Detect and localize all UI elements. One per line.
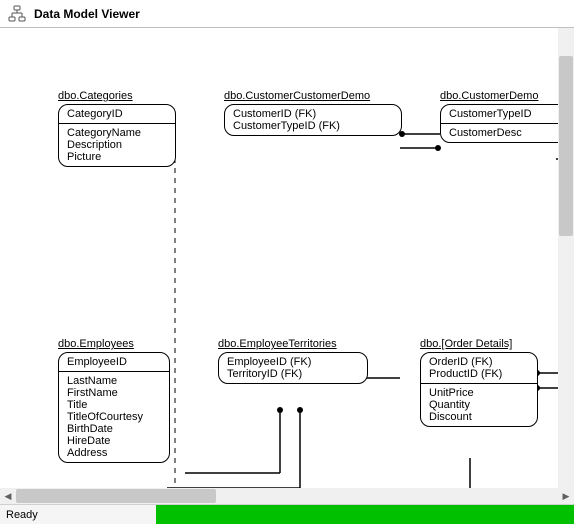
entity-columns: UnitPrice Quantity Discount [421, 384, 537, 426]
entity-customer-demographics[interactable]: dbo.CustomerDemo CustomerTypeID Customer… [440, 90, 574, 143]
scroll-left-icon[interactable]: ◀ [0, 488, 16, 504]
entity-categories[interactable]: dbo.Categories CategoryID CategoryName D… [58, 90, 176, 167]
entity-pk: CustomerTypeID [441, 105, 574, 124]
vertical-scrollbar[interactable] [558, 28, 574, 488]
progress-bar [156, 505, 574, 524]
entity-pk: EmployeeID [59, 353, 169, 372]
entity-pk: OrderID (FK) ProductID (FK) [421, 353, 537, 384]
scroll-right-icon[interactable]: ▶ [558, 488, 574, 504]
entity-title: dbo.Categories [58, 90, 176, 104]
entity-pk: EmployeeID (FK) TerritoryID (FK) [219, 353, 367, 383]
entity-columns: CustomerDesc [441, 124, 574, 142]
entity-title: dbo.Employees [58, 338, 170, 352]
scrollbar-thumb[interactable] [559, 56, 573, 236]
entity-employee-territories[interactable]: dbo.EmployeeTerritories EmployeeID (FK) … [218, 338, 368, 384]
entity-columns: LastName FirstName Title TitleOfCourtesy… [59, 372, 169, 462]
window-title: Data Model Viewer [34, 7, 140, 21]
entity-order-details[interactable]: dbo.[Order Details] OrderID (FK) Product… [420, 338, 538, 427]
window-header: Data Model Viewer [0, 0, 574, 28]
entity-pk: CategoryID [59, 105, 175, 124]
scrollbar-track[interactable] [16, 488, 558, 504]
status-text: Ready [0, 505, 156, 524]
entity-title: dbo.CustomerCustomerDemo [224, 90, 402, 104]
entity-customer-customer-demo[interactable]: dbo.CustomerCustomerDemo CustomerID (FK)… [224, 90, 402, 136]
entity-title: dbo.CustomerDemo [440, 90, 574, 104]
horizontal-scrollbar[interactable]: ◀ ▶ [0, 488, 574, 504]
scrollbar-thumb[interactable] [16, 489, 216, 503]
entity-pk: CustomerID (FK) CustomerTypeID (FK) [225, 105, 401, 135]
entity-title: dbo.EmployeeTerritories [218, 338, 368, 352]
status-bar: Ready [0, 504, 574, 524]
entity-columns: CategoryName Description Picture [59, 124, 175, 166]
diagram-canvas[interactable]: dbo.Categories CategoryID CategoryName D… [0, 28, 574, 504]
entity-employees[interactable]: dbo.Employees EmployeeID LastName FirstN… [58, 338, 170, 463]
data-model-icon [8, 5, 26, 23]
entity-title: dbo.[Order Details] [420, 338, 538, 352]
diagram-viewport[interactable]: dbo.Categories CategoryID CategoryName D… [0, 28, 574, 504]
